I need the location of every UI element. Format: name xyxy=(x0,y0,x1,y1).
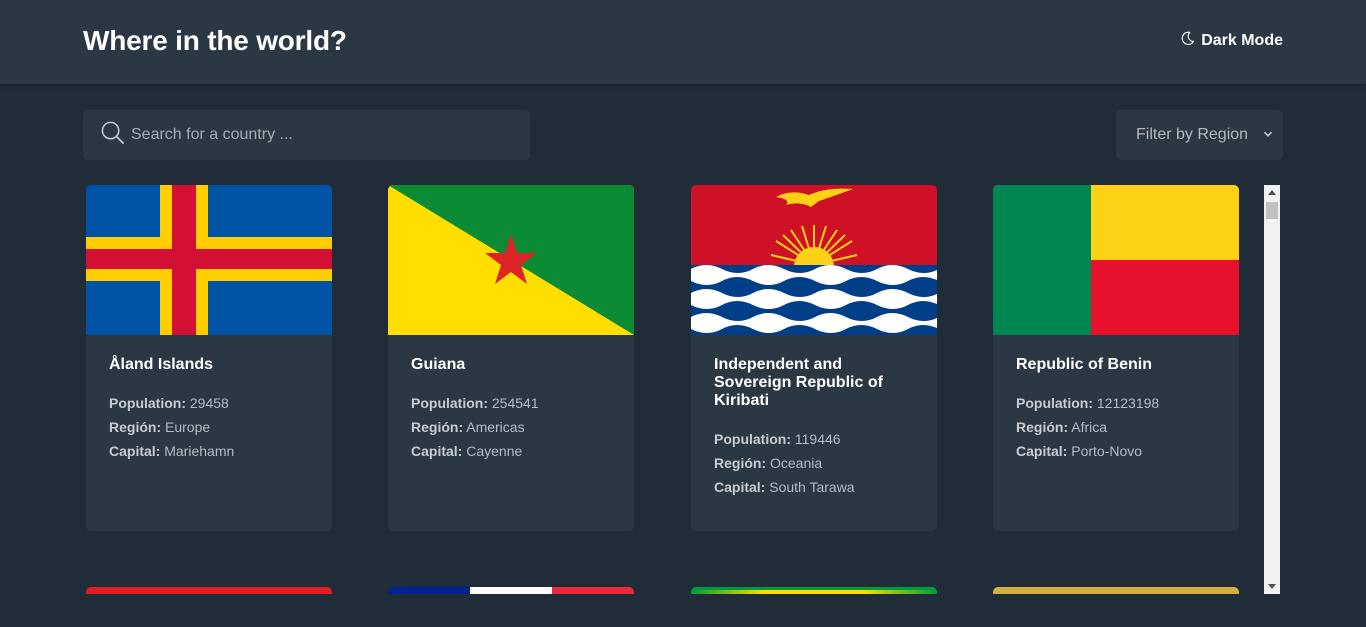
search-icon xyxy=(100,120,125,150)
dark-mode-toggle[interactable]: Dark Mode xyxy=(1180,31,1283,51)
region-filter-select[interactable]: Filter by Region xyxy=(1116,110,1283,160)
capital-label: Capital: xyxy=(109,443,161,459)
search-input[interactable] xyxy=(131,120,511,150)
country-card[interactable] xyxy=(86,587,332,594)
country-card[interactable] xyxy=(691,587,937,594)
population-label: Population: xyxy=(714,431,791,447)
country-name: Independent and Sovereign Republic of Ki… xyxy=(714,356,883,409)
app-header: Where in the world? Dark Mode xyxy=(0,0,1366,84)
population-value: 119446 xyxy=(794,431,841,447)
country-card[interactable] xyxy=(388,587,634,594)
population-value: 12123198 xyxy=(1096,395,1160,411)
dark-mode-label: Dark Mode xyxy=(1201,32,1283,49)
capital-value: South Tarawa xyxy=(769,479,855,495)
gold-flag xyxy=(993,587,1239,594)
french-guiana-flag xyxy=(388,185,634,335)
population-label: Population: xyxy=(109,395,186,411)
country-card[interactable]: Republic of Benin Population: 12123198 R… xyxy=(993,185,1239,531)
red-flag xyxy=(86,587,332,594)
kiribati-flag xyxy=(691,185,937,335)
population-label: Population: xyxy=(1016,395,1093,411)
capital-value: Mariehamn xyxy=(164,443,235,459)
france-flag xyxy=(388,587,634,594)
capital-label: Capital: xyxy=(1016,443,1068,459)
search-box[interactable] xyxy=(83,110,530,160)
chevron-down-icon xyxy=(1263,126,1273,144)
scrollbar-thumb[interactable] xyxy=(1266,202,1278,219)
moon-icon xyxy=(1180,31,1195,51)
benin-flag xyxy=(993,185,1239,335)
scroll-up-arrow-icon[interactable] xyxy=(1268,190,1276,195)
country-card[interactable]: Guiana Population: 254541 Región: Americ… xyxy=(388,185,634,531)
country-card[interactable]: Independent and Sovereign Republic of Ki… xyxy=(691,185,937,531)
region-value: Africa xyxy=(1071,419,1108,435)
scroll-down-arrow-icon[interactable] xyxy=(1268,584,1276,589)
scrollbar[interactable] xyxy=(1264,185,1280,594)
population-value: 29458 xyxy=(189,395,229,411)
population-label: Population: xyxy=(411,395,488,411)
region-label: Región: xyxy=(109,419,162,435)
capital-label: Capital: xyxy=(714,479,766,495)
region-value: Europe xyxy=(165,419,211,435)
region-label: Región: xyxy=(411,419,464,435)
country-card[interactable]: Åland Islands Population: 29458 Región: … xyxy=(86,185,332,531)
population-value: 254541 xyxy=(491,395,539,411)
region-label: Región: xyxy=(714,455,767,471)
brazil-flag xyxy=(691,587,937,594)
country-name: Republic of Benin xyxy=(1016,356,1152,373)
countries-grid: Åland Islands Population: 29458 Región: … xyxy=(86,185,1280,594)
aland-flag xyxy=(86,185,332,335)
region-label: Región: xyxy=(1016,419,1069,435)
capital-label: Capital: xyxy=(411,443,463,459)
capital-value: Porto-Novo xyxy=(1071,443,1143,459)
country-name: Guiana xyxy=(411,356,466,373)
region-value: Americas xyxy=(466,419,525,435)
country-card[interactable] xyxy=(993,587,1239,594)
capital-value: Cayenne xyxy=(466,443,523,459)
app-title: Where in the world? xyxy=(83,25,347,56)
country-name: Åland Islands xyxy=(109,356,214,373)
filter-selected-value: Filter by Region xyxy=(1136,126,1249,143)
region-value: Oceania xyxy=(770,455,823,471)
